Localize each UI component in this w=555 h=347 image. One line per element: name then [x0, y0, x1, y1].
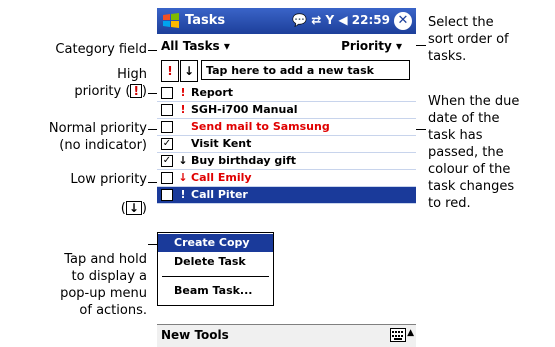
task-row[interactable]: ✓ Visit Kent — [157, 136, 416, 153]
chevron-down-icon: ▾ — [395, 39, 402, 53]
callout-text: Tap and hold — [64, 252, 147, 267]
callout-text: of actions. — [79, 303, 147, 318]
task-name: Report — [191, 86, 234, 99]
menu-item-delete-task[interactable]: Delete Task — [158, 253, 273, 271]
menu-bar: New Tools ▲ — [157, 324, 416, 347]
volume-icon[interactable]: ◀ — [338, 13, 347, 27]
category-label: All Tasks — [161, 39, 220, 53]
low-priority-button[interactable]: ↓ — [180, 60, 198, 82]
chevron-down-icon: ▾ — [223, 39, 230, 53]
callout-popup-menu: Tap and hold to display a pop-up menu of… — [60, 251, 147, 319]
task-row[interactable]: ! Report — [157, 85, 416, 102]
task-checkbox[interactable]: ✓ — [161, 138, 173, 150]
close-icon[interactable]: ✕ — [394, 12, 412, 30]
category-bar: All Tasks ▾ Priority ▾ — [157, 35, 416, 57]
sort-order-field[interactable]: Priority ▾ — [341, 39, 402, 53]
clock[interactable]: 22:59 — [352, 13, 390, 27]
callout-text: When the due — [428, 94, 520, 109]
pocketpc-screen: Tasks 💬 ⇄ Y ◀ 22:59 ✕ All Tasks ▾ Priori… — [157, 8, 416, 347]
low-priority-icon: ↓ — [125, 201, 142, 215]
task-name: Buy birthday gift — [191, 154, 297, 167]
sort-label: Priority — [341, 39, 392, 53]
callout-text: date of the — [428, 111, 500, 126]
task-checkbox[interactable] — [161, 172, 173, 184]
menu-item-beam-task[interactable]: Beam Task... — [158, 282, 273, 300]
high-priority-icon: ! — [130, 84, 142, 98]
chevron-up-icon[interactable]: ▲ — [407, 328, 414, 338]
title-bar: Tasks 💬 ⇄ Y ◀ 22:59 ✕ — [157, 8, 416, 34]
callout-text: Low priority — [70, 172, 147, 187]
signal-icon[interactable]: Y — [325, 13, 334, 27]
callout-overdue: When the due date of the task has passed… — [428, 93, 519, 212]
menu-bar-items: New Tools — [161, 328, 229, 342]
chat-icon[interactable]: 💬 — [292, 13, 307, 27]
task-checkbox[interactable]: ✓ — [161, 155, 173, 167]
callout-text: passed, the — [428, 145, 504, 160]
callout-text: ) — [141, 84, 147, 99]
callout-text: High — [117, 67, 147, 82]
callout-text: colour of the — [428, 162, 511, 177]
callout-text: (no indicator) — [59, 138, 147, 153]
task-name: SGH-i700 Manual — [191, 103, 298, 116]
callout-text: priority (!) — [74, 83, 147, 100]
task-checkbox[interactable] — [161, 121, 173, 133]
task-checkbox[interactable] — [161, 189, 173, 201]
callout-text: Category field — [55, 42, 147, 57]
callout-text: pop-up menu — [60, 286, 147, 301]
callout-sort-order: Select the sort order of tasks. — [428, 14, 509, 65]
callout-text: Normal priority — [48, 121, 147, 136]
high-priority-icon: ! — [180, 103, 186, 116]
callout-text: Select the — [428, 15, 494, 30]
callout-category-field: Category field — [55, 41, 147, 58]
menu-divider — [162, 276, 269, 277]
callout-text: task has — [428, 128, 483, 143]
new-task-input[interactable]: Tap here to add a new task — [201, 60, 410, 80]
task-list: ! Report ! SGH-i700 Manual Send mail to … — [157, 85, 416, 204]
task-row[interactable]: Send mail to Samsung — [157, 119, 416, 136]
task-name: Visit Kent — [191, 137, 252, 150]
new-task-bar: ! ↓ Tap here to add a new task — [161, 60, 412, 82]
callout-text: sort order of — [428, 32, 509, 47]
callout-text: priority ( — [74, 84, 131, 99]
windows-start-icon[interactable] — [161, 11, 181, 31]
callout-text: (↓) — [70, 200, 147, 217]
callout-text: task changes — [428, 179, 515, 194]
keyboard-icon[interactable] — [390, 328, 406, 342]
task-name: Send mail to Samsung — [191, 120, 330, 133]
callout-normal-priority: Normal priority (no indicator) — [49, 120, 147, 154]
task-row[interactable]: ✓ ↓ Buy birthday gift — [157, 153, 416, 170]
category-field[interactable]: All Tasks ▾ — [161, 39, 230, 53]
task-row[interactable]: ! SGH-i700 Manual — [157, 102, 416, 119]
callout-high-priority: High priority (!) — [74, 66, 147, 100]
task-name: Call Piter — [191, 188, 248, 201]
high-priority-icon: ! — [180, 86, 186, 99]
tools-menu-button[interactable]: Tools — [194, 328, 228, 342]
task-checkbox[interactable] — [161, 87, 173, 99]
window-title: Tasks — [185, 13, 226, 28]
low-priority-icon: ↓ — [178, 171, 188, 184]
low-priority-icon: ↓ — [178, 154, 188, 167]
connectivity-icon[interactable]: ⇄ — [311, 13, 321, 27]
callout-low-priority: Low priority (↓) — [70, 171, 147, 217]
task-name: Call Emily — [191, 171, 252, 184]
callout-text: ) — [141, 201, 147, 216]
task-row[interactable]: ↓ Call Emily — [157, 170, 416, 187]
callout-text: tasks. — [428, 49, 467, 64]
callout-text: to display a — [71, 269, 147, 284]
task-row-selected[interactable]: ! Call Piter — [157, 187, 416, 204]
high-priority-button[interactable]: ! — [161, 60, 179, 82]
menu-item-create-copy[interactable]: Create Copy — [158, 234, 273, 252]
new-menu-button[interactable]: New — [161, 328, 190, 342]
task-checkbox[interactable] — [161, 104, 173, 116]
callout-text: to red. — [428, 196, 471, 211]
popup-menu: Create Copy Delete Task Beam Task... — [157, 232, 274, 306]
high-priority-icon: ! — [180, 188, 186, 201]
status-area: 💬 ⇄ Y ◀ 22:59 — [292, 13, 390, 27]
